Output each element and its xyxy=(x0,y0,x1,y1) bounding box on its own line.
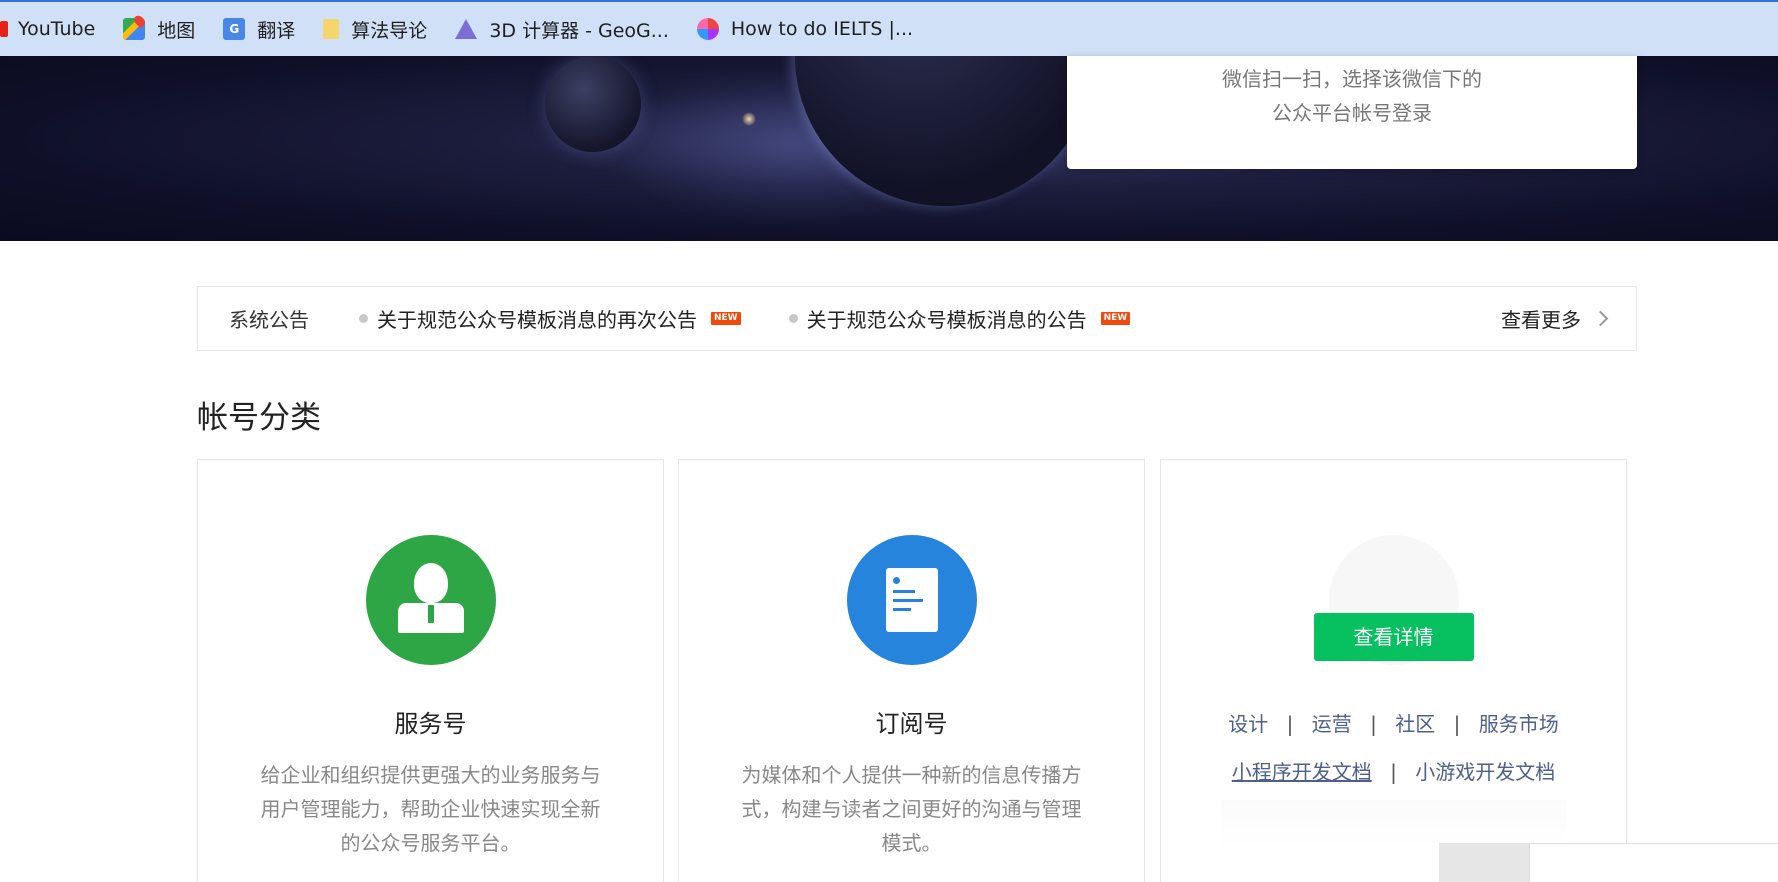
separator: | xyxy=(1370,712,1377,736)
maps-icon xyxy=(123,18,146,40)
login-hint-line1: 微信扫一扫，选择该微信下的 xyxy=(1222,67,1482,91)
link-design[interactable]: 设计 xyxy=(1228,712,1268,736)
overlay-panel xyxy=(1529,843,1778,882)
login-hint-line2: 公众平台帐号登录 xyxy=(1272,101,1432,125)
separator: | xyxy=(1453,712,1461,736)
separator: | xyxy=(1286,712,1294,736)
page-root: YouTube 地图 G 翻译 算法导论 3D 计算器 - GeoG... How… xyxy=(0,0,1778,882)
bookmark-label: 地图 xyxy=(157,19,196,42)
card-service-account[interactable]: 服务号 给企业和组织提供更强大的业务服务与用户管理能力，帮助企业快速实现全新的公… xyxy=(197,459,664,882)
youtube-icon xyxy=(0,21,8,37)
notice-item[interactable]: 关于规范公众号模板消息的再次公告 NEW xyxy=(359,304,741,333)
bookmark-ielts[interactable]: How to do IELTS |... xyxy=(696,1,914,57)
link-mini-game-docs[interactable]: 小游戏开发文档 xyxy=(1415,760,1555,784)
mini-links-row: 设计 | 运营 | 社区 | 服务市场 xyxy=(1161,708,1626,737)
chevron-right-icon xyxy=(1592,310,1609,327)
view-more-label: 查看更多 xyxy=(1501,308,1581,332)
notice-item[interactable]: 关于规范公众号模板消息的公告 NEW xyxy=(788,304,1131,333)
system-notice-bar: 系统公告 关于规范公众号模板消息的再次公告 NEW 关于规范公众号模板消息的公告… xyxy=(197,286,1637,351)
bookmark-youtube[interactable]: YouTube xyxy=(0,1,95,57)
view-more-link[interactable]: 查看更多 xyxy=(1501,287,1609,350)
card-mini-program: 查看详情 设计 | 运营 | 社区 | 服务市场 小程序开发文档 | 小游戏开发… xyxy=(1160,459,1627,882)
login-card: 微信扫一扫，选择该微信下的 公众平台帐号登录 xyxy=(1067,56,1637,169)
bookmarks-bar: YouTube 地图 G 翻译 算法导论 3D 计算器 - GeoG... How… xyxy=(0,0,1778,56)
bookmark-folder-algorithms[interactable]: 算法导论 xyxy=(323,1,427,57)
bookmark-label: How to do IELTS |... xyxy=(730,18,914,40)
card-title: 服务号 xyxy=(394,710,467,738)
subscription-account-icon xyxy=(846,535,977,665)
bookmark-label: YouTube xyxy=(18,18,96,40)
ielts-icon xyxy=(696,18,719,40)
geogebra-icon xyxy=(455,19,478,39)
separator: | xyxy=(1390,760,1397,784)
bullet-icon xyxy=(359,314,368,323)
card-description: 为媒体和个人提供一种新的信息传播方式，构建与读者之间更好的沟通与管理模式。 xyxy=(741,763,1082,855)
mini-docs-row: 小程序开发文档 | 小游戏开发文档 xyxy=(1161,756,1626,785)
link-service-market[interactable]: 服务市场 xyxy=(1479,712,1559,736)
new-badge: NEW xyxy=(1100,312,1131,325)
card-title: 订阅号 xyxy=(875,710,948,738)
notice-label: 系统公告 xyxy=(229,308,309,332)
bookmark-label: 3D 计算器 - GeoG... xyxy=(489,19,669,42)
bookmark-translate[interactable]: G 翻译 xyxy=(223,1,295,57)
section-title: 帐号分类 xyxy=(197,400,321,436)
view-details-button[interactable]: 查看详情 xyxy=(1313,613,1474,661)
bookmark-label: 翻译 xyxy=(257,19,296,42)
bookmark-maps[interactable]: 地图 xyxy=(123,1,195,57)
bookmark-geogebra[interactable]: 3D 计算器 - GeoG... xyxy=(455,1,669,57)
translate-icon: G xyxy=(223,18,246,40)
service-account-icon xyxy=(365,535,496,665)
planet-small xyxy=(545,56,641,152)
bullet-icon xyxy=(788,314,798,323)
bookmark-label: 算法导论 xyxy=(351,19,428,42)
notice-text: 关于规范公众号模板消息的公告 xyxy=(806,308,1087,332)
card-subscription-account[interactable]: 订阅号 为媒体和个人提供一种新的信息传播方式，构建与读者之间更好的沟通与管理模式… xyxy=(678,459,1145,882)
new-badge: NEW xyxy=(711,312,741,325)
link-mini-program-docs[interactable]: 小程序开发文档 xyxy=(1232,760,1372,784)
notice-text: 关于规范公众号模板消息的再次公告 xyxy=(377,308,697,332)
link-operations[interactable]: 运营 xyxy=(1312,712,1352,736)
star-decoration xyxy=(742,112,756,126)
card-description: 给企业和组织提供更强大的业务服务与用户管理能力，帮助企业快速实现全新的公众号服务… xyxy=(260,763,601,855)
link-community[interactable]: 社区 xyxy=(1395,712,1435,736)
folder-icon xyxy=(323,19,340,39)
